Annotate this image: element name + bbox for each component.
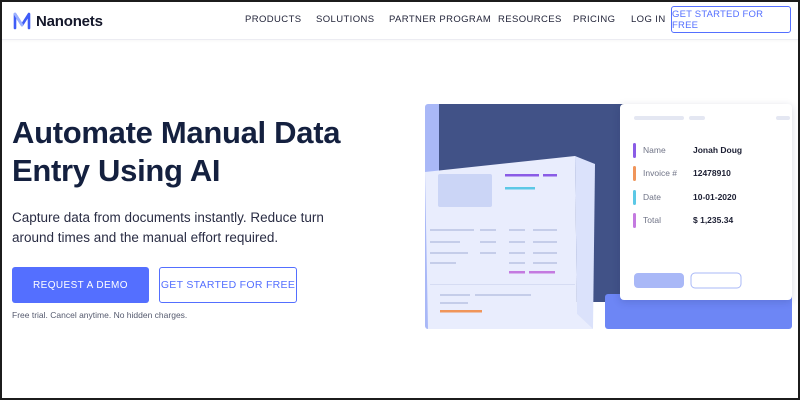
top-navigation: Nanonets PRODUCTS SOLUTIONS PARTNER PROG… [2, 2, 798, 40]
field-value: $ 1,235.34 [693, 215, 734, 225]
field-color-marker [633, 212, 636, 228]
field-label: Total [643, 215, 661, 225]
field-row-name: Name Jonah Doug [633, 142, 742, 158]
field-row-invoice: Invoice # 12478910 [633, 165, 731, 181]
hero-subtitle: Capture data from documents instantly. R… [12, 208, 362, 248]
field-color-marker [633, 142, 636, 158]
hero-title-line-2: Entry Using AI [12, 153, 221, 188]
nav-item-solutions[interactable]: SOLUTIONS [316, 14, 375, 25]
field-row-date: Date 10-01-2020 [633, 189, 736, 205]
field-value: 10-01-2020 [693, 192, 737, 202]
nav-item-resources[interactable]: RESOURCES [498, 14, 562, 25]
field-row-total: Total $ 1,235.34 [633, 212, 733, 228]
field-label: Name [643, 145, 666, 155]
extraction-result-card: Name Jonah Doug Invoice # 12478910 Date … [620, 104, 792, 300]
field-color-marker [633, 189, 636, 205]
nav-item-log-in[interactable]: LOG IN [631, 14, 666, 25]
nav-item-partner-program[interactable]: PARTNER PROGRAM [389, 14, 491, 25]
field-color-marker [633, 165, 636, 181]
nav-item-pricing[interactable]: PRICING [573, 14, 615, 25]
brand-logo[interactable]: Nanonets [12, 10, 103, 32]
get-started-free-button[interactable]: GET STARTED FOR FREE [159, 267, 297, 303]
hero-subtitle-line-1: Capture data from documents instantly. R… [12, 210, 324, 225]
hero-title-line-1: Automate Manual Data [12, 115, 341, 150]
request-demo-button[interactable]: REQUEST A DEMO [12, 267, 149, 303]
nanonets-logo-icon [13, 12, 31, 30]
field-label: Date [643, 192, 661, 202]
trial-disclaimer: Free trial. Cancel anytime. No hidden ch… [12, 310, 188, 320]
page-frame: Nanonets PRODUCTS SOLUTIONS PARTNER PROG… [0, 0, 800, 400]
hero-title: Automate Manual Data Entry Using AI [12, 114, 402, 190]
field-label: Invoice # [643, 168, 678, 178]
nav-get-started-button[interactable]: GET STARTED FOR FREE [671, 6, 791, 33]
brand-name: Nanonets [36, 12, 103, 30]
field-value: 12478910 [693, 168, 731, 178]
hero-subtitle-line-2: around times and the manual effort requi… [12, 230, 279, 245]
field-value: Jonah Doug [693, 145, 743, 155]
nav-item-products[interactable]: PRODUCTS [245, 14, 302, 25]
